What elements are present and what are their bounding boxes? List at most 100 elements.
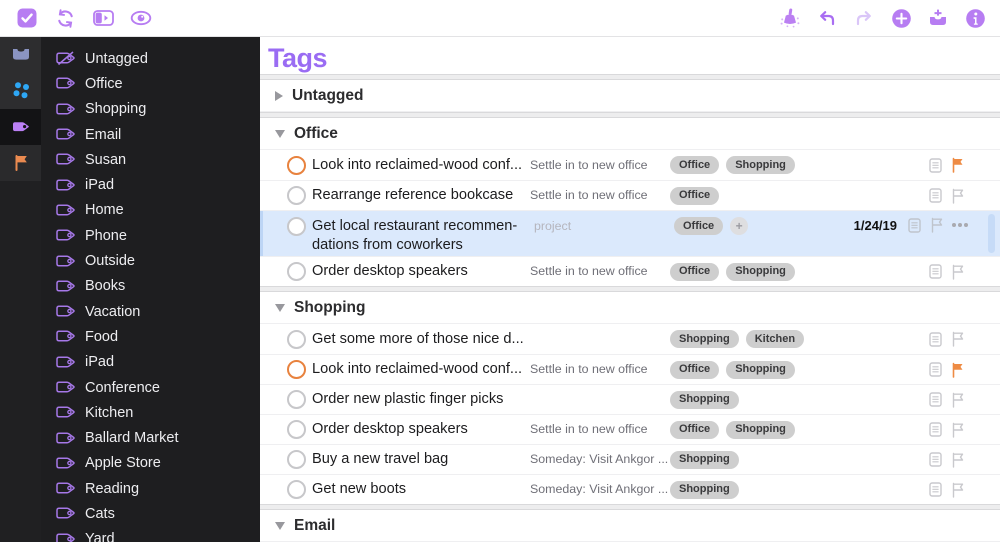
flag-icon[interactable]	[951, 482, 964, 498]
section-header-untagged[interactable]: Untagged	[260, 80, 1000, 112]
send-to-inbox-icon[interactable]	[927, 7, 949, 29]
redo-icon[interactable]	[853, 7, 875, 29]
disclosure-triangle-icon[interactable]	[275, 521, 285, 530]
sync-icon[interactable]	[54, 7, 76, 29]
flag-icon[interactable]	[930, 217, 943, 233]
sidebar-item-shopping[interactable]: Shopping	[41, 97, 260, 122]
view-eye-icon[interactable]	[130, 7, 152, 29]
perspective-tags[interactable]	[0, 109, 41, 145]
flag-icon[interactable]	[951, 331, 964, 347]
task-checkbox[interactable]	[287, 360, 306, 379]
add-item-icon[interactable]	[890, 7, 912, 29]
sidebar-item-vacation[interactable]: Vacation	[41, 299, 260, 324]
sidebar-item-ballard-market[interactable]: Ballard Market	[41, 425, 260, 450]
task-row[interactable]: Buy a new travel bag Someday: Visit Ankg…	[260, 444, 1000, 474]
flag-icon[interactable]	[951, 452, 964, 468]
task-row[interactable]: Order desktop speakers Settle in to new …	[260, 256, 1000, 286]
sidebar-item-phone[interactable]: Phone	[41, 223, 260, 248]
task-checkbox[interactable]	[287, 186, 306, 205]
task-row[interactable]: Rearrange reference bookcase Settle in t…	[260, 180, 1000, 210]
note-icon[interactable]	[929, 188, 942, 203]
tag-pill[interactable]: Shopping	[726, 360, 795, 379]
flag-icon[interactable]	[951, 264, 964, 280]
sidebar-item-home[interactable]: Home	[41, 198, 260, 223]
tag-pill[interactable]: Shopping	[670, 480, 739, 499]
task-checkbox[interactable]	[287, 480, 306, 499]
tag-pill[interactable]: Shopping	[670, 330, 739, 348]
sidebar-item-food[interactable]: Food	[41, 324, 260, 349]
tag-pill[interactable]: Office	[670, 156, 720, 174]
task-checkbox[interactable]	[287, 217, 306, 236]
tag-pill[interactable]: Shopping	[670, 450, 739, 469]
inspector-info-icon[interactable]	[964, 7, 986, 29]
tag-pill[interactable]: Shopping	[726, 156, 795, 174]
tag-pill[interactable]: Office	[674, 217, 724, 235]
toggle-sidebar-icon[interactable]	[92, 7, 114, 29]
sidebar-item-kitchen[interactable]: Kitchen	[41, 400, 260, 425]
sidebar-item-books[interactable]: Books	[41, 274, 260, 299]
flag-icon[interactable]	[951, 188, 964, 204]
disclosure-triangle-icon[interactable]	[275, 90, 283, 101]
perspective-inbox[interactable]	[0, 37, 41, 73]
note-icon[interactable]	[908, 217, 921, 233]
perspective-projects[interactable]	[0, 73, 41, 109]
section-header-email[interactable]: Email	[260, 510, 1000, 542]
flag-icon[interactable]	[951, 362, 964, 378]
due-date[interactable]: 1/24/19	[854, 218, 897, 233]
sidebar-item-ipad-2[interactable]: iPad	[41, 350, 260, 375]
task-row[interactable]: Look into reclaimed-wood conf... Settle …	[260, 150, 1000, 180]
flag-icon[interactable]	[951, 422, 964, 438]
tag-pill[interactable]: Kitchen	[745, 330, 805, 348]
tag-pill[interactable]: Shopping	[726, 420, 795, 439]
note-icon[interactable]	[929, 331, 942, 347]
more-actions-icon[interactable]	[952, 223, 970, 227]
perspective-flagged[interactable]	[0, 145, 41, 181]
sidebar-item-ipad[interactable]: iPad	[41, 172, 260, 197]
sidebar-item-untagged[interactable]: Untagged	[41, 46, 260, 71]
flag-icon[interactable]	[951, 392, 964, 408]
complete-checkbox-icon[interactable]	[16, 7, 38, 29]
note-icon[interactable]	[929, 362, 942, 377]
sidebar-item-cats[interactable]: Cats	[41, 501, 260, 526]
task-checkbox[interactable]	[287, 390, 306, 409]
sidebar-item-conference[interactable]: Conference	[41, 375, 260, 400]
task-checkbox[interactable]	[287, 450, 306, 469]
note-icon[interactable]	[929, 157, 942, 173]
section-header-shopping[interactable]: Shopping	[260, 292, 1000, 324]
main-scrollbar-thumb[interactable]	[988, 214, 995, 253]
disclosure-triangle-icon[interactable]	[275, 129, 285, 138]
task-row[interactable]: Look into reclaimed-wood conf... Settle …	[260, 354, 1000, 384]
sidebar-item-email[interactable]: Email	[41, 122, 260, 147]
note-icon[interactable]	[929, 392, 942, 407]
note-icon[interactable]	[929, 482, 942, 497]
sidebar-item-office[interactable]: Office	[41, 71, 260, 96]
note-icon[interactable]	[929, 264, 942, 279]
sidebar-item-outside[interactable]: Outside	[41, 248, 260, 273]
section-header-office[interactable]: Office	[260, 118, 1000, 150]
task-checkbox[interactable]	[287, 262, 306, 281]
sidebar-item-reading[interactable]: Reading	[41, 476, 260, 501]
task-row[interactable]: Order desktop speakers Settle in to new …	[260, 414, 1000, 444]
clean-up-icon[interactable]	[779, 7, 801, 29]
flag-icon[interactable]	[951, 157, 964, 173]
tag-pill[interactable]: Shopping	[726, 262, 795, 281]
tag-pill[interactable]: Office	[670, 186, 720, 205]
add-tag-button[interactable]: +	[730, 217, 749, 235]
task-project-placeholder[interactable]: project	[534, 217, 674, 236]
task-row-selected[interactable]: Get local restaurant recommen­dations fr…	[260, 210, 1000, 256]
disclosure-triangle-icon[interactable]	[275, 303, 285, 312]
tag-pill[interactable]: Office	[670, 360, 720, 379]
task-checkbox[interactable]	[287, 329, 306, 349]
task-checkbox[interactable]	[287, 420, 306, 439]
task-row[interactable]: Get some more of those nice d... Shoppin…	[260, 324, 1000, 354]
task-checkbox[interactable]	[287, 155, 306, 175]
undo-icon[interactable]	[816, 7, 838, 29]
sidebar-item-susan[interactable]: Susan	[41, 147, 260, 172]
task-row[interactable]: Order new plastic finger picks Shopping	[260, 384, 1000, 414]
sidebar-item-yard[interactable]: Yard	[41, 527, 260, 542]
tag-pill[interactable]: Shopping	[670, 390, 739, 409]
tag-pill[interactable]: Office	[670, 420, 720, 439]
note-icon[interactable]	[929, 422, 942, 437]
task-row[interactable]: Get new boots Someday: Visit Ankgor ... …	[260, 474, 1000, 504]
note-icon[interactable]	[929, 452, 942, 467]
